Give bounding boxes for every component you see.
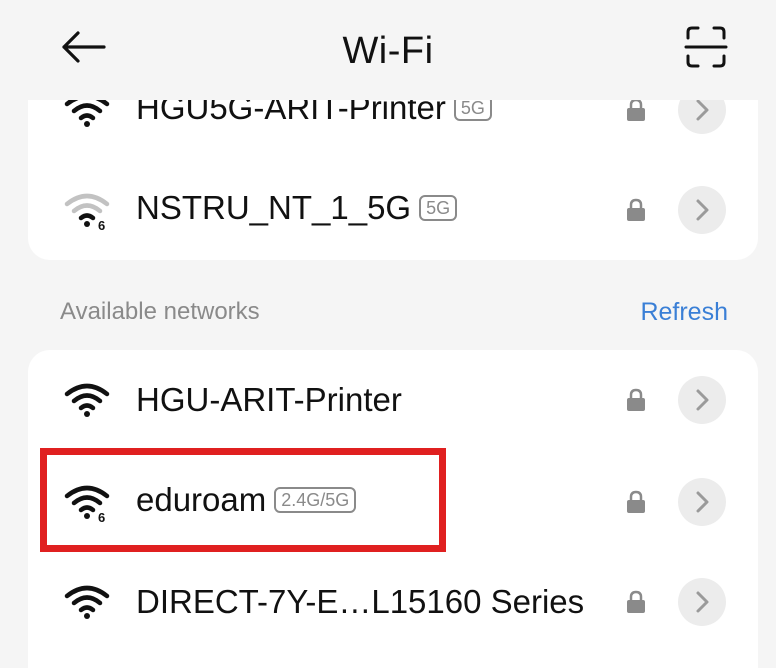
- lock-icon: [627, 98, 645, 121]
- svg-text:6: 6: [98, 218, 105, 232]
- network-name: eduroam 2.4G/5G: [136, 480, 357, 520]
- top-bar: Wi-Fi: [0, 0, 776, 100]
- chevron-right-icon: [696, 591, 709, 613]
- wifi6-signal-icon: 6: [64, 485, 110, 524]
- wifi-signal-icon: [64, 383, 110, 417]
- network-name: NSTRU_NT_1_5G 5G: [136, 188, 458, 228]
- details-button[interactable]: [678, 376, 726, 424]
- page-title: Wi-Fi: [342, 30, 434, 72]
- wifi6-weak-signal-icon: 6: [64, 193, 110, 232]
- wifi-signal-icon: [64, 585, 110, 619]
- network-name: HGU-ARIT-Printer: [136, 380, 402, 420]
- refresh-button[interactable]: Refresh: [640, 298, 728, 327]
- available-networks-card: HGU-ARIT-Printer 6 eduroam 2.4G/5G DIREC…: [28, 350, 758, 668]
- band-badge: 2.4G/5G: [274, 487, 357, 514]
- scan-icon: [684, 26, 728, 68]
- details-button[interactable]: [678, 186, 726, 234]
- available-networks-label: Available networks: [60, 298, 260, 325]
- network-row[interactable]: 6 NSTRU_NT_1_5G 5G: [28, 160, 758, 260]
- chevron-right-icon: [696, 389, 709, 411]
- lock-icon: [627, 490, 645, 513]
- details-button[interactable]: [678, 578, 726, 626]
- network-row[interactable]: HGU-ARIT-Printer: [28, 350, 758, 450]
- scan-button[interactable]: [680, 24, 732, 70]
- ssid-text: DIRECT-7Y-E…L15160 Series: [136, 583, 585, 620]
- ssid-text: NSTRU_NT_1_5G: [136, 189, 412, 226]
- lock-icon: [627, 590, 645, 613]
- ssid-text: eduroam: [136, 481, 267, 518]
- network-name: DIRECT-7Y-E…L15160 Series: [136, 582, 584, 622]
- ssid-text: HGU-ARIT-Printer: [136, 381, 402, 418]
- lock-icon: [627, 198, 645, 221]
- chevron-right-icon: [696, 199, 709, 221]
- details-button[interactable]: [678, 478, 726, 526]
- network-row[interactable]: DIRECT-7Y-E…L15160 Series: [28, 552, 758, 652]
- network-row-eduroam[interactable]: 6 eduroam 2.4G/5G: [28, 450, 758, 550]
- band-badge: 5G: [419, 195, 458, 222]
- svg-text:6: 6: [98, 510, 105, 524]
- chevron-right-icon: [696, 491, 709, 513]
- lock-icon: [627, 388, 645, 411]
